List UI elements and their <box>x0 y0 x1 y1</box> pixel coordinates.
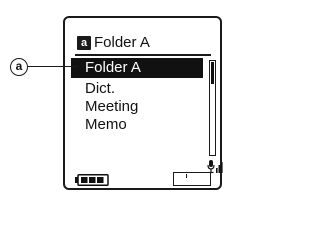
folder-icon-glyph: a <box>80 37 88 49</box>
scrollbar-thumb[interactable] <box>211 62 214 84</box>
menu-item-meeting[interactable]: Meeting <box>71 98 203 116</box>
menu-item-folder-a[interactable]: Folder A <box>71 58 203 78</box>
manual-illustration: a Folder A Folder A Dict. Meeting Memo a <box>0 0 237 204</box>
menu-item-memo[interactable]: Memo <box>71 116 203 134</box>
menu-item-dict[interactable]: Dict. <box>71 80 203 98</box>
header-divider <box>75 54 211 56</box>
folder-menu: Folder A Dict. Meeting Memo <box>71 58 203 134</box>
scrollbar[interactable] <box>209 60 216 156</box>
screen-header: a Folder A <box>77 34 150 52</box>
remaining-time-box <box>173 172 211 186</box>
header-title: Folder A <box>94 34 150 51</box>
battery-icon <box>75 174 109 186</box>
folder-a-icon: a <box>77 36 91 50</box>
remaining-box-tick <box>186 174 187 178</box>
lcd-screen: a Folder A Folder A Dict. Meeting Memo <box>63 16 223 190</box>
callout-badge-a: a <box>10 58 28 76</box>
callout-leader-line <box>28 66 78 67</box>
